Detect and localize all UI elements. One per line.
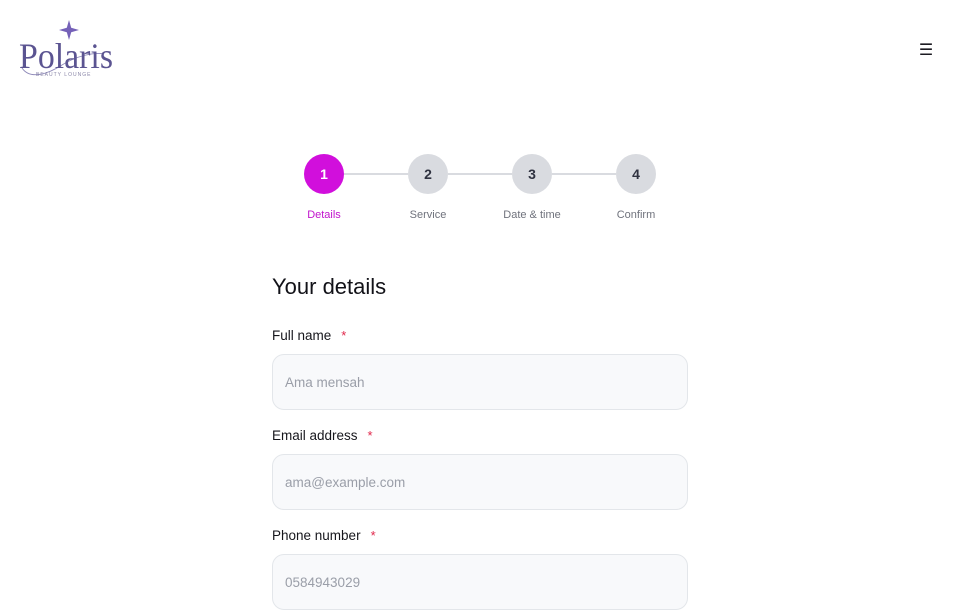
step-number: 4 (616, 154, 656, 194)
header: Polaris BEAUTY LOUNGE ☰ (0, 0, 960, 100)
required-mark: * (370, 528, 376, 543)
step-label: Details (307, 209, 341, 221)
email-input[interactable] (272, 454, 688, 510)
brand-name: Polaris (19, 36, 113, 76)
step-confirm[interactable]: 4 Confirm (584, 154, 688, 221)
email-label-text: Email address (272, 428, 358, 443)
phone-group: Phone number * (272, 526, 688, 610)
phone-label: Phone number * (272, 526, 688, 546)
full-name-input[interactable] (272, 354, 688, 410)
step-number: 2 (408, 154, 448, 194)
full-name-label: Full name * (272, 326, 688, 346)
email-group: Email address * (272, 426, 688, 510)
phone-label-text: Phone number (272, 528, 361, 543)
email-label: Email address * (272, 426, 688, 446)
step-label: Confirm (616, 209, 656, 221)
hamburger-menu-icon[interactable]: ☰ (914, 40, 938, 60)
details-form: Your details Full name * Email address *… (272, 270, 688, 610)
full-name-group: Full name * (272, 326, 688, 410)
step-details[interactable]: 1 Details (272, 154, 376, 221)
phone-input[interactable] (272, 554, 688, 610)
step-label: Service (409, 209, 447, 221)
step-date-time[interactable]: 3 Date & time (480, 154, 584, 221)
step-label: Date & time (503, 209, 561, 221)
required-mark: * (367, 428, 373, 443)
full-name-label-text: Full name (272, 328, 332, 343)
step-number: 3 (512, 154, 552, 194)
step-service[interactable]: 2 Service (376, 154, 480, 221)
form-title: Your details (272, 274, 387, 299)
step-number: 1 (304, 154, 344, 194)
polaris-logo[interactable]: Polaris BEAUTY LOUNGE (18, 18, 118, 80)
booking-stepper: 1 Details 2 Service 3 Date & time 4 Conf… (272, 154, 688, 234)
brand-tagline: BEAUTY LOUNGE (36, 72, 91, 78)
required-mark: * (341, 328, 347, 343)
